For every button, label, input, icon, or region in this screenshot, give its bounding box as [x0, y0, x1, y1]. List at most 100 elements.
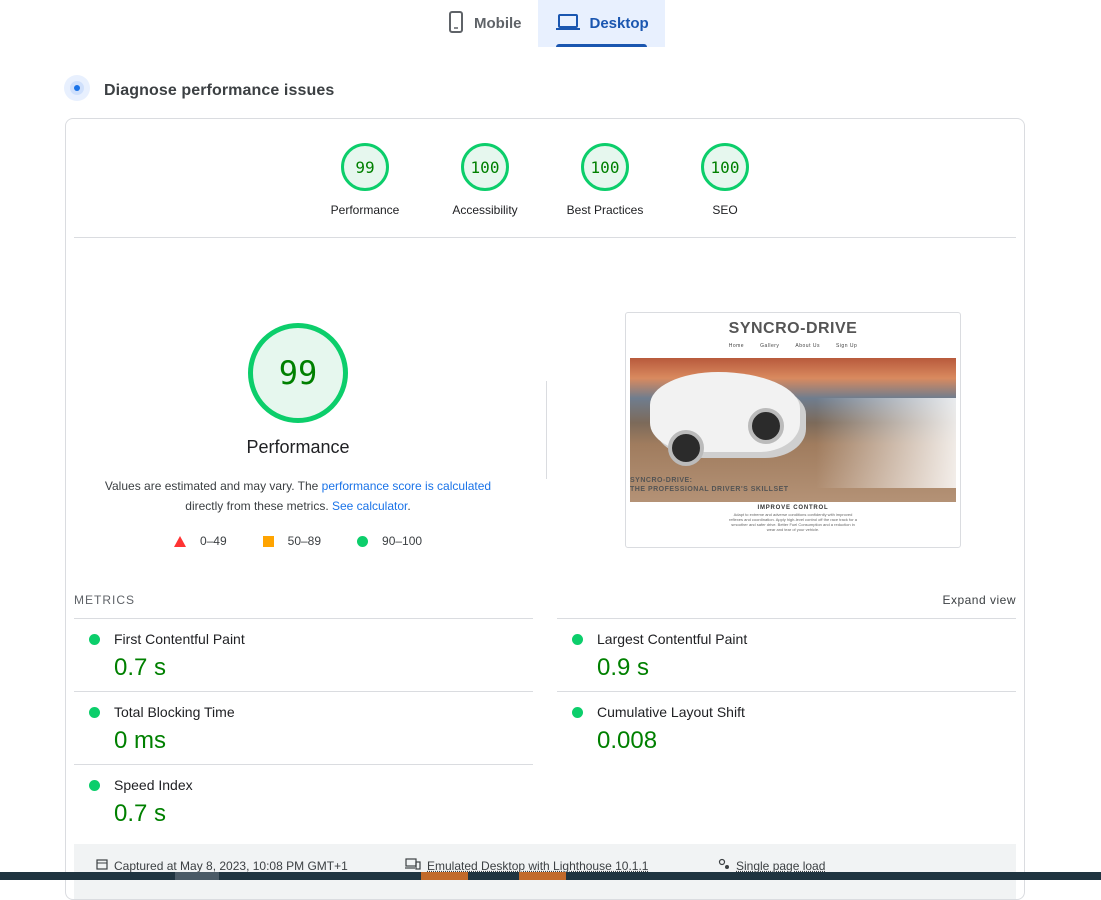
gauge-label: SEO [712, 203, 737, 217]
gauge-score: 100 [581, 143, 629, 191]
gauge-score: 100 [701, 143, 749, 191]
metric-si: Speed Index 0.7 s [74, 764, 533, 837]
metric-value: 0.9 s [597, 654, 649, 682]
metric-value: 0.7 s [114, 654, 166, 682]
metric-tbt: Total Blocking Time 0 ms [74, 691, 533, 764]
single-load-info[interactable]: Single page load [718, 858, 825, 873]
emulated-text: Emulated Desktop with Lighthouse 10.1.1 [427, 859, 648, 873]
legend-range: 90–100 [382, 534, 422, 548]
section-title: IMPROVE CONTROL [626, 505, 960, 511]
calendar-icon [96, 858, 108, 873]
legend-fail: 0–49 [174, 534, 227, 548]
desc-text: directly from these metrics. [185, 499, 332, 513]
gauge-label: Performance [331, 203, 400, 217]
single-text: Single page load [736, 859, 825, 873]
phone-icon [448, 11, 464, 37]
pass-circle-icon [89, 707, 100, 718]
screenshot-nav: Home Gallery About Us Sign Up [626, 343, 960, 349]
hero-text: SYNCRO-DRIVE: THE PROFESSIONAL DRIVER'S … [630, 476, 789, 494]
metric-value: 0.008 [597, 727, 657, 755]
performance-summary: 99 Performance Values are estimated and … [66, 323, 530, 548]
square-icon [263, 536, 274, 547]
gauge-accessibility[interactable]: 100 Accessibility [425, 143, 545, 217]
score-legend: 0–49 50–89 90–100 [66, 534, 530, 548]
pass-circle-icon [89, 634, 100, 645]
pass-circle-icon [89, 780, 100, 791]
screenshot-nav-item: Sign Up [836, 343, 857, 349]
divider [74, 237, 1016, 238]
legend-range: 50–89 [288, 534, 321, 548]
metric-name: Speed Index [114, 777, 193, 793]
screenshot-nav-item: Home [729, 343, 744, 349]
device-tabs: Mobile Desktop [430, 0, 665, 48]
tab-mobile[interactable]: Mobile [430, 0, 538, 47]
hero-line: THE PROFESSIONAL DRIVER'S SKILLSET [630, 485, 789, 494]
performance-title: Performance [66, 437, 530, 458]
metric-name: Largest Contentful Paint [597, 631, 747, 647]
pass-circle-icon [572, 634, 583, 645]
metric-value: 0.7 s [114, 800, 166, 828]
pass-circle-icon [572, 707, 583, 718]
desc-text: . [407, 499, 410, 513]
metric-cls: Cumulative Layout Shift 0.008 [557, 691, 1016, 764]
devices-icon [405, 858, 421, 873]
taskbar-item[interactable] [421, 872, 468, 880]
diagnose-header: Diagnose performance issues [64, 75, 334, 106]
metrics-header: METRICS Expand view [74, 593, 1016, 607]
wheel [748, 408, 784, 444]
gauge-best-practices[interactable]: 100 Best Practices [545, 143, 665, 217]
taskbar [0, 872, 1101, 880]
diagnose-icon [64, 75, 90, 106]
taskbar-item[interactable] [175, 872, 219, 880]
metrics-left-column: First Contentful Paint 0.7 s Total Block… [74, 618, 533, 837]
gauge-score: 99 [341, 143, 389, 191]
screenshot-nav-item: Gallery [760, 343, 779, 349]
screenshot-nav-item: About Us [795, 343, 820, 349]
metric-name: First Contentful Paint [114, 631, 245, 647]
triangle-icon [174, 536, 186, 547]
metric-name: Total Blocking Time [114, 704, 235, 720]
wheel [668, 430, 704, 466]
desc-text: Values are estimated and may vary. The [105, 479, 322, 493]
captured-text: Captured at May 8, 2023, 10:08 PM GMT+1 [114, 859, 348, 873]
section-text: Adapt to extreme and adverse conditions … [728, 512, 858, 532]
laptop-icon [556, 13, 580, 35]
see-calculator-link[interactable]: See calculator [332, 499, 407, 513]
gauge-score: 100 [461, 143, 509, 191]
legend-range: 0–49 [200, 534, 227, 548]
performance-score-gauge: 99 [248, 323, 348, 423]
vertical-divider [546, 381, 547, 479]
hero-line: SYNCRO-DRIVE: [630, 476, 789, 485]
motion-blur [816, 398, 956, 488]
report-card: 99 Performance 100 Accessibility 100 Bes… [65, 118, 1025, 900]
taskbar-item[interactable] [519, 872, 566, 880]
screenshot-hero-image: SYNCRO-DRIVE: THE PROFESSIONAL DRIVER'S … [630, 358, 956, 502]
score-calculated-link[interactable]: performance score is calculated [322, 479, 491, 493]
circle-icon [357, 536, 368, 547]
gauge-label: Accessibility [452, 203, 517, 217]
gauge-performance[interactable]: 99 Performance [305, 143, 425, 217]
performance-description: Values are estimated and may vary. The p… [98, 476, 498, 516]
screenshot-section: IMPROVE CONTROL Adapt to extreme and adv… [626, 505, 960, 532]
metrics-heading: METRICS [74, 593, 135, 607]
legend-pass: 90–100 [357, 534, 422, 548]
diagnose-title: Diagnose performance issues [104, 82, 334, 100]
metrics-right-column: Largest Contentful Paint 0.9 s Cumulativ… [557, 618, 1016, 764]
gauge-label: Best Practices [567, 203, 644, 217]
final-screenshot[interactable]: SYNCRO-DRIVE Home Gallery About Us Sign … [625, 312, 961, 548]
captured-info: Captured at May 8, 2023, 10:08 PM GMT+1 [96, 858, 348, 873]
screenshot-brand: SYNCRO-DRIVE [626, 320, 960, 338]
emulated-info[interactable]: Emulated Desktop with Lighthouse 10.1.1 [405, 858, 648, 873]
tab-desktop[interactable]: Desktop [538, 0, 665, 47]
metric-lcp: Largest Contentful Paint 0.9 s [557, 618, 1016, 691]
score-gauges: 99 Performance 100 Accessibility 100 Bes… [66, 143, 1024, 217]
legend-average: 50–89 [263, 534, 321, 548]
gauge-seo[interactable]: 100 SEO [665, 143, 785, 217]
expand-view-button[interactable]: Expand view [942, 593, 1016, 607]
metric-fcp: First Contentful Paint 0.7 s [74, 618, 533, 691]
load-icon [718, 858, 730, 873]
metric-value: 0 ms [114, 727, 166, 755]
metric-name: Cumulative Layout Shift [597, 704, 745, 720]
tab-mobile-label: Mobile [474, 15, 522, 32]
tab-desktop-label: Desktop [590, 15, 649, 32]
